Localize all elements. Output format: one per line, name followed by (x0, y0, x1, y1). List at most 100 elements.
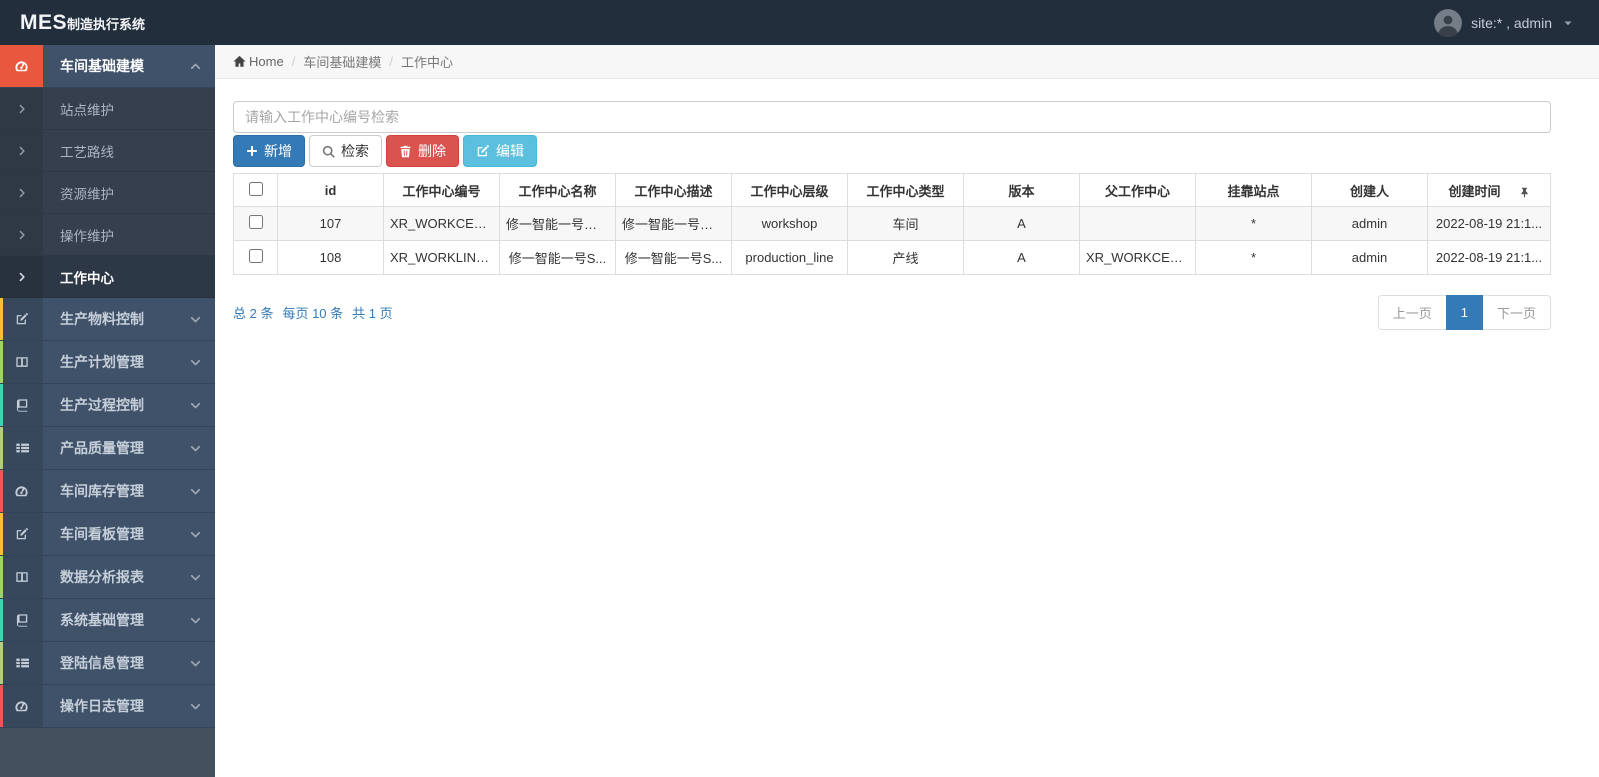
sidebar-item-label: 生产过程控制 (60, 397, 144, 413)
breadcrumb-home-label: Home (249, 54, 284, 69)
sidebar-item-operation-log[interactable]: 操作日志管理 (0, 685, 215, 728)
table-cell: 产线 (847, 240, 964, 275)
row-checkbox[interactable] (248, 215, 263, 229)
pagination-page-size: 每页 10 条 (282, 306, 344, 321)
sidebar-item-system-management[interactable]: 系统基础管理 (0, 599, 215, 642)
sidebar-subitem-label: 工作中心 (60, 270, 114, 286)
chevron-down-icon (190, 443, 201, 454)
sidebar-item-login-info[interactable]: 登陆信息管理 (0, 642, 215, 685)
pin-icon[interactable] (1519, 187, 1530, 198)
table-cell: 修一智能一号车间 (499, 206, 616, 241)
table-cell: 108 (277, 240, 384, 275)
table-cell: * (1195, 206, 1312, 241)
sidebar-subitem-process-route[interactable]: 工艺路线 (0, 130, 215, 172)
sidebar-item-workshop-modeling[interactable]: 车间基础建模 (0, 45, 215, 88)
table-cell: 修一智能一号车间 (615, 206, 732, 241)
sidebar-subitem-resource-maintenance[interactable]: 资源维护 (0, 172, 215, 214)
sidebar-item-data-report[interactable]: 数据分析报表 (0, 556, 215, 599)
sidebar-item-inventory-management[interactable]: 车间库存管理 (0, 470, 215, 513)
column-header[interactable]: 版本 (963, 173, 1080, 207)
search-input[interactable] (233, 101, 1551, 133)
search-icon (322, 145, 335, 158)
list-icon (0, 642, 43, 684)
sidebar: 车间基础建模 站点维护工艺路线 资源维护操作维护工作中心生产物料控制 生产计划管理 生产… (0, 45, 215, 777)
add-button-label: 新增 (264, 143, 292, 159)
sidebar-item-label: 生产计划管理 (60, 354, 144, 370)
edit-button[interactable]: 编辑 (463, 135, 537, 167)
breadcrumb-separator: / (291, 54, 296, 69)
breadcrumb-home[interactable]: Home (233, 54, 284, 69)
column-header[interactable]: 工作中心描述 (615, 173, 732, 207)
sidebar-subitem-work-center[interactable]: 工作中心 (0, 256, 215, 298)
sidebar-item-label: 数据分析报表 (60, 569, 144, 585)
edit-icon (476, 144, 490, 158)
chevron-down-icon (190, 615, 201, 626)
accent-strip (0, 298, 3, 340)
delete-button-label: 删除 (418, 143, 446, 159)
edit-button-label: 编辑 (496, 143, 524, 159)
column-header[interactable]: 创建时间 (1427, 173, 1551, 207)
table-cell: 107 (277, 206, 384, 241)
table-cell: admin (1311, 206, 1428, 241)
pagination-total: 总 2 条 (233, 306, 274, 321)
sidebar-subitem-label: 操作维护 (60, 228, 114, 244)
book-icon (0, 384, 43, 426)
column-header[interactable]: 创建人 (1311, 173, 1428, 207)
sidebar-item-board-management[interactable]: 车间看板管理 (0, 513, 215, 556)
search-button[interactable]: 检索 (309, 135, 382, 167)
chevron-down-icon (190, 658, 201, 669)
sidebar-item-label: 生产物料控制 (60, 311, 144, 327)
sidebar-subitem-operation-maintenance[interactable]: 操作维护 (0, 214, 215, 256)
accent-strip (0, 642, 3, 684)
table-row[interactable]: 108 XR_WORKLINE... 修一智能一号S... 修一智能一号S... pro… (233, 240, 1551, 275)
sidebar-item-plan-management[interactable]: 生产计划管理 (0, 341, 215, 384)
sidebar-item-material-control[interactable]: 生产物料控制 (0, 298, 215, 341)
column-header[interactable]: 工作中心名称 (499, 173, 616, 207)
app-logo[interactable]: MES 制造执行系统 (0, 11, 145, 35)
column-header[interactable]: 工作中心编号 (383, 173, 500, 207)
pagination-summary: 总 2 条 每页 10 条 共 1 页 (233, 303, 393, 322)
table-cell: 车间 (847, 206, 964, 241)
sidebar-subitem-label: 站点维护 (60, 102, 114, 118)
table-cell: * (1195, 240, 1312, 275)
sidebar-subitem-site-maintenance[interactable]: 站点维护 (0, 88, 215, 130)
edit-icon (0, 513, 43, 555)
toolbar: 新增 检索 删除 编辑 (233, 135, 1551, 167)
table-cell: 2022-08-19 21:1... (1427, 206, 1551, 241)
column-header[interactable]: 父工作中心 (1079, 173, 1196, 207)
app-logo-suffix: 制造执行系统 (67, 16, 146, 32)
breadcrumb-current: 工作中心 (400, 55, 453, 70)
sidebar-item-quality-management[interactable]: 产品质量管理 (0, 427, 215, 470)
pagination-page-count: 共 1 页 (352, 306, 393, 321)
table-header-row: id 工作中心编号 工作中心名称 工作中心描述 工作中心层级 工作中心类型 版本 父工作中心挂… (233, 173, 1551, 207)
prev-page-button[interactable]: 上一页 (1377, 295, 1447, 330)
sidebar-item-process-control[interactable]: 生产过程控制 (0, 384, 215, 427)
table-cell: 修一智能一号S... (499, 240, 616, 275)
page-1-button[interactable]: 1 (1445, 295, 1483, 330)
column-header[interactable]: 工作中心层级 (731, 173, 848, 207)
row-checkbox[interactable] (248, 249, 263, 263)
sidebar-item-label: 车间看板管理 (60, 526, 144, 542)
sidebar-item-label: 车间基础建模 (60, 58, 144, 74)
table-cell: 2022-08-19 21:1... (1427, 240, 1551, 275)
chevron-right-icon (0, 256, 43, 297)
accent-strip (0, 556, 3, 598)
select-all-checkbox[interactable] (248, 181, 263, 196)
table-row[interactable]: 107 XR_WORKCEN... 修一智能一号车间 修一智能一号车间 workshop… (233, 206, 1551, 241)
gauge-icon (0, 470, 43, 512)
column-header[interactable]: 挂靠站点 (1195, 173, 1312, 207)
chevron-down-icon (190, 486, 201, 497)
chevron-down-icon (190, 701, 201, 712)
add-button[interactable]: 新增 (233, 135, 305, 167)
delete-button[interactable]: 删除 (386, 135, 459, 167)
sidebar-item-label: 操作日志管理 (60, 698, 144, 714)
table-cell: A (963, 206, 1080, 241)
next-page-button[interactable]: 下一页 (1481, 295, 1551, 330)
user-menu[interactable]: site:* , admin (1434, 8, 1599, 37)
column-header[interactable]: 工作中心类型 (847, 173, 964, 207)
table-cell: production_line (731, 240, 848, 275)
top-navbar: MES 制造执行系统 site:* , admin (0, 0, 1599, 45)
table-cell: XR_WORKCEN... (1079, 240, 1196, 275)
column-header[interactable]: id (277, 173, 384, 207)
pagination: 上一页 1 下一页 (1377, 295, 1551, 330)
